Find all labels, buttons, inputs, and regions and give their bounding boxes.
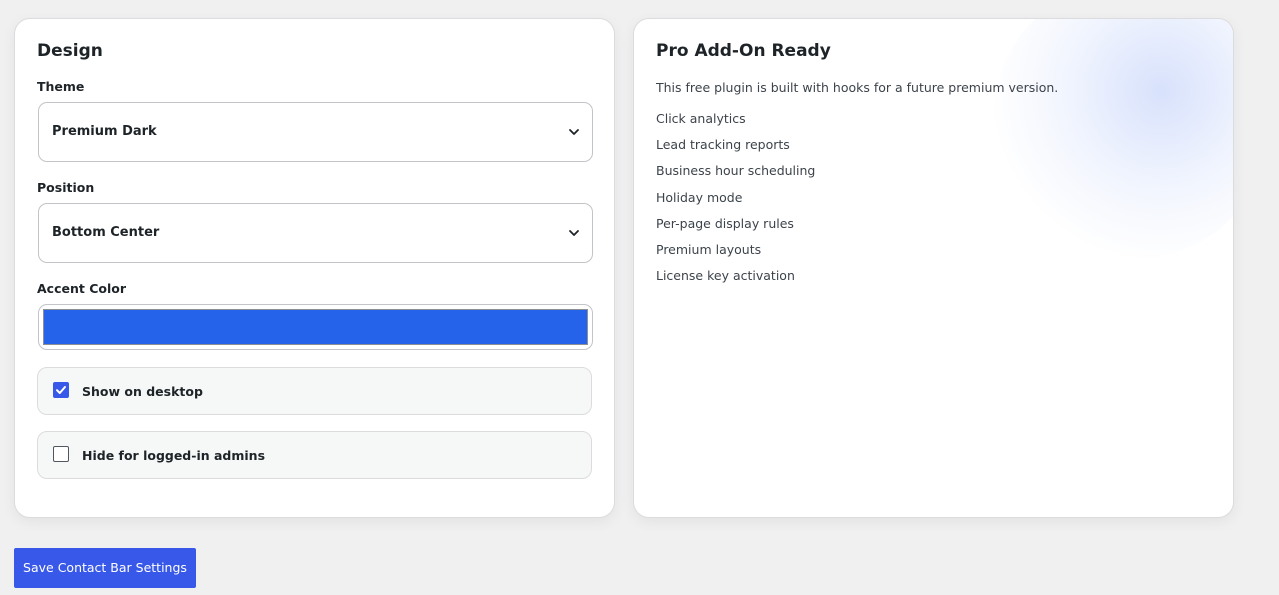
show-desktop-checkbox[interactable] <box>53 382 69 398</box>
feature-item: Holiday mode <box>656 189 743 205</box>
feature-list: Click analytics Lead tracking reports Bu… <box>656 111 815 294</box>
chevron-down-icon <box>569 230 579 236</box>
feature-item: License key activation <box>656 268 795 284</box>
design-title: Design <box>37 41 103 61</box>
hide-admins-checkbox[interactable] <box>53 446 69 462</box>
decorative-glow <box>993 19 1233 259</box>
accent-color-label: Accent Color <box>37 281 126 296</box>
accent-color-input[interactable] <box>38 304 593 350</box>
accent-color-swatch[interactable] <box>43 309 588 345</box>
position-label: Position <box>37 180 95 195</box>
feature-item: Per-page display rules <box>656 215 794 231</box>
feature-item: Click analytics <box>656 111 746 126</box>
position-select[interactable]: Bottom Center <box>38 203 593 263</box>
hide-admins-label: Hide for logged-in admins <box>82 448 266 463</box>
feature-item: Premium layouts <box>656 241 762 257</box>
pro-addon-card: Pro Add-On Ready This free plugin is bui… <box>633 18 1234 518</box>
theme-select-value: Premium Dark <box>52 124 157 139</box>
chevron-down-icon <box>569 129 579 135</box>
feature-item: Lead tracking reports <box>656 137 790 153</box>
theme-select[interactable]: Premium Dark <box>38 102 593 162</box>
hide-admins-row[interactable]: Hide for logged-in admins <box>37 431 592 479</box>
show-desktop-label: Show on desktop <box>82 384 203 399</box>
show-desktop-row[interactable]: Show on desktop <box>37 367 592 415</box>
feature-item: Business hour scheduling <box>656 163 816 179</box>
position-select-value: Bottom Center <box>52 225 160 240</box>
save-settings-button[interactable]: Save Contact Bar Settings <box>14 548 196 588</box>
pro-description: This free plugin is built with hooks for… <box>656 80 1059 95</box>
design-card: Design Theme Premium Dark Position Botto… <box>14 18 615 518</box>
theme-label: Theme <box>37 79 85 94</box>
pro-title: Pro Add-On Ready <box>656 41 831 61</box>
checkmark-icon <box>56 386 66 394</box>
